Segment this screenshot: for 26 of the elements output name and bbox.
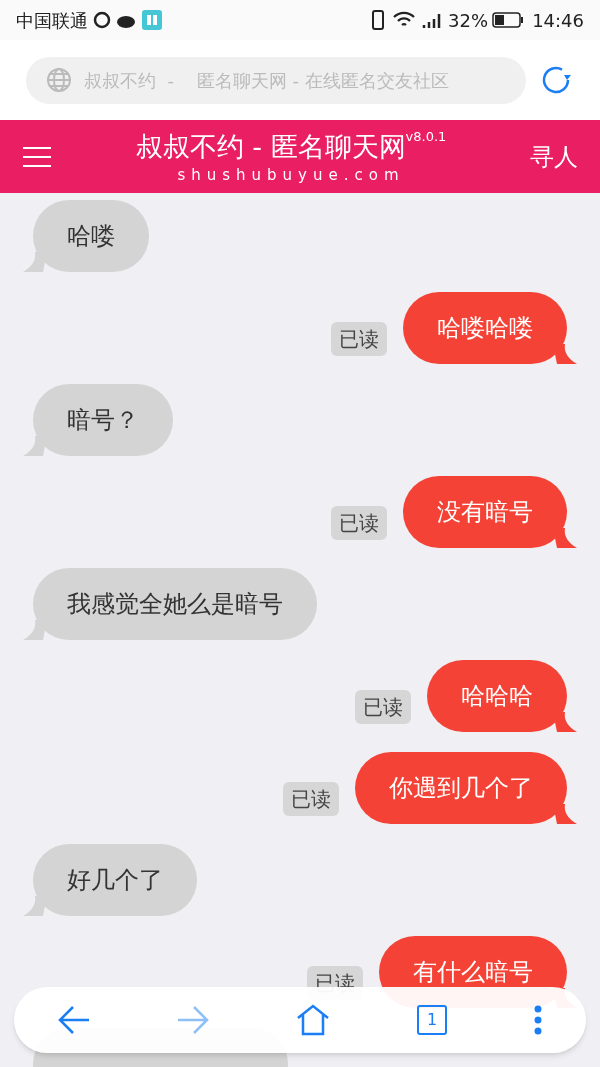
- find-people-button[interactable]: 寻人: [530, 138, 578, 175]
- bubble-tail-icon: [23, 896, 47, 916]
- bubble-tail-icon: [553, 528, 577, 548]
- more-icon[interactable]: [534, 1005, 543, 1035]
- battery-icon: [492, 11, 525, 29]
- bubble-tail-icon: [553, 344, 577, 364]
- battery-percent: 32%: [448, 8, 489, 33]
- back-arrow-icon[interactable]: [57, 1005, 90, 1035]
- tabs-button[interactable]: 1: [417, 1005, 448, 1035]
- site-title: 叔叔不约 - 匿名聊天网: [135, 129, 406, 164]
- globe-icon: [46, 67, 72, 93]
- read-status: 已读: [283, 782, 339, 816]
- bubble-tail-icon: [23, 252, 47, 272]
- bubble-tail-icon: [553, 712, 577, 732]
- menu-icon[interactable]: [22, 145, 52, 168]
- read-status: 已读: [355, 690, 411, 724]
- clock: 14:46: [532, 8, 584, 33]
- home-icon[interactable]: [295, 1004, 330, 1036]
- bubble-tail-icon: [553, 804, 577, 824]
- read-status: 已读: [331, 506, 387, 540]
- bubble-tail-icon: [23, 620, 47, 640]
- version-label: v8.0.1: [405, 128, 447, 144]
- site-domain: shushubuyue.com: [177, 164, 405, 185]
- read-status: 已读: [331, 322, 387, 356]
- bubble-tail-icon: [23, 436, 47, 456]
- carrier-name: 中国联通: [16, 8, 88, 33]
